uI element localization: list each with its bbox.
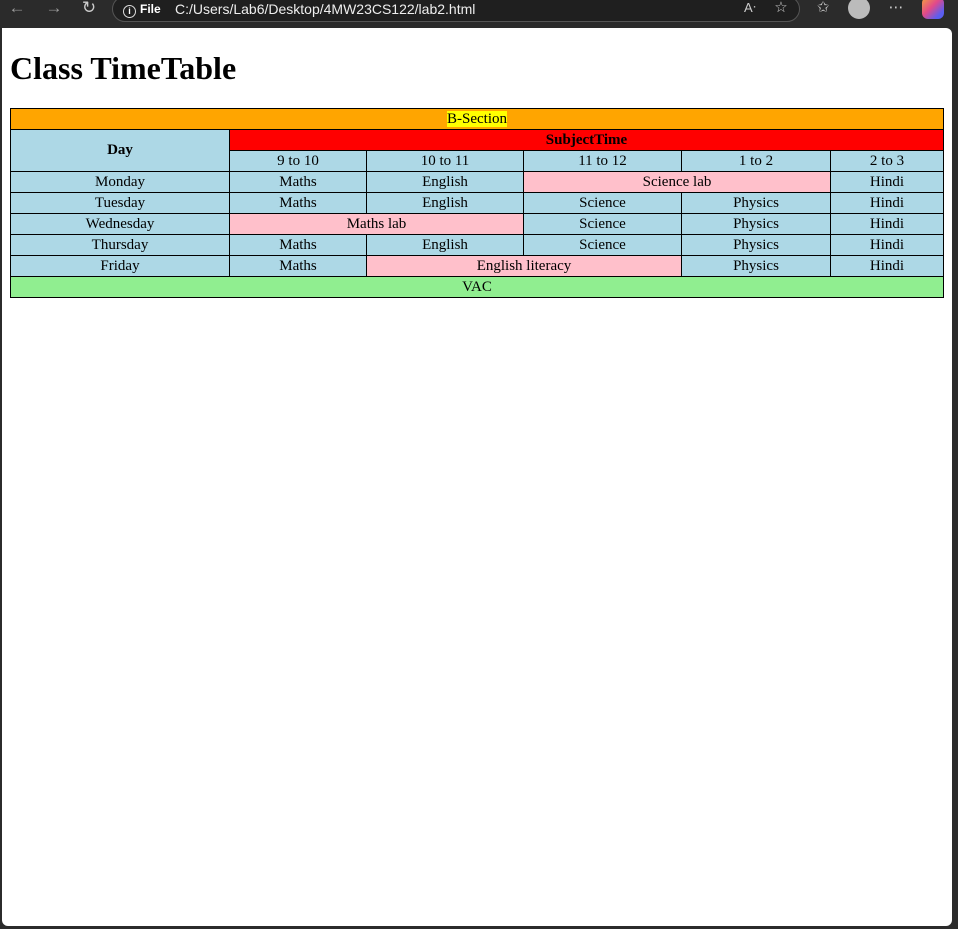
table-row-friday: Friday Maths English literacy Physics Hi… (10, 255, 944, 277)
back-icon[interactable]: ← (6, 0, 28, 18)
url-text[interactable]: C:/Users/Lab6/Desktop/4MW23CS122/lab2.ht… (175, 1, 475, 17)
subject-time-header: SubjectTime (229, 129, 944, 151)
time-header: 9 to 10 (229, 150, 367, 172)
copilot-icon[interactable] (922, 0, 944, 19)
page-title: Class TimeTable (10, 50, 237, 86)
table-row-monday: Monday Maths English Science lab Hindi (10, 171, 944, 193)
time-header: 10 to 11 (366, 150, 524, 172)
lab-cell: Science lab (523, 171, 831, 193)
subject-cell: Maths (229, 192, 367, 214)
forward-icon[interactable]: → (43, 0, 65, 18)
subject-cell: Hindi (830, 255, 944, 277)
table-row-wednesday: Wednesday Maths lab Science Physics Hind… (10, 213, 944, 235)
favorite-star-icon[interactable]: ☆ (770, 0, 792, 18)
day-cell: Monday (10, 171, 230, 193)
table-row-thursday: Thursday Maths English Science Physics H… (10, 234, 944, 256)
day-cell: Tuesday (10, 192, 230, 214)
subject-cell: English (366, 234, 524, 256)
subject-cell: Physics (681, 192, 831, 214)
time-header: 11 to 12 (523, 150, 682, 172)
subject-cell: Maths (229, 255, 367, 277)
vac-cell: VAC (10, 276, 944, 298)
footer-row: VAC (10, 276, 944, 298)
timetable: B-Section Day SubjectTime 9 to 10 10 to … (10, 108, 944, 298)
section-cell: B-Section (10, 108, 944, 130)
subject-cell: Physics (681, 234, 831, 256)
browser-toolbar: ← → ↻ i File C:/Users/Lab6/Desktop/4MW23C… (0, 0, 958, 22)
page-viewport: Class TimeTable B-Section Day SubjectTim… (2, 28, 952, 926)
header-row-1: Day SubjectTime (10, 129, 944, 172)
table-row-tuesday: Tuesday Maths English Science Physics Hi… (10, 192, 944, 214)
subject-cell: Hindi (830, 192, 944, 214)
day-header: Day (10, 129, 230, 172)
time-header: 2 to 3 (830, 150, 944, 172)
more-options-icon[interactable]: ⋯ (885, 0, 907, 18)
subject-cell: Hindi (830, 213, 944, 235)
section-label: B-Section (447, 110, 507, 127)
subject-cell: Hindi (830, 171, 944, 193)
section-row: B-Section (10, 108, 944, 130)
day-cell: Thursday (10, 234, 230, 256)
refresh-icon[interactable]: ↻ (78, 0, 100, 18)
file-label: File (140, 2, 161, 16)
time-header: 1 to 2 (681, 150, 831, 172)
info-icon: i (123, 5, 136, 18)
address-bar[interactable]: i File C:/Users/Lab6/Desktop/4MW23CS122/l… (112, 0, 800, 22)
day-cell: Friday (10, 255, 230, 277)
lab-cell: English literacy (366, 255, 682, 277)
day-cell: Wednesday (10, 213, 230, 235)
profile-avatar[interactable] (848, 0, 870, 19)
subject-cell: Maths (229, 171, 367, 193)
subject-cell: Hindi (830, 234, 944, 256)
subject-cell: Physics (681, 213, 831, 235)
subject-cell: Maths (229, 234, 367, 256)
lab-cell: Maths lab (229, 213, 524, 235)
site-info-chip[interactable]: i File (123, 1, 161, 18)
subject-cell: Science (523, 234, 682, 256)
subject-cell: Science (523, 213, 682, 235)
favorites-list-icon[interactable]: ✩ (812, 0, 834, 18)
subject-cell: English (366, 192, 524, 214)
subject-cell: Physics (681, 255, 831, 277)
subject-cell: Science (523, 192, 682, 214)
subject-cell: English (366, 171, 524, 193)
read-aloud-icon[interactable]: Aᐧ (739, 0, 761, 18)
